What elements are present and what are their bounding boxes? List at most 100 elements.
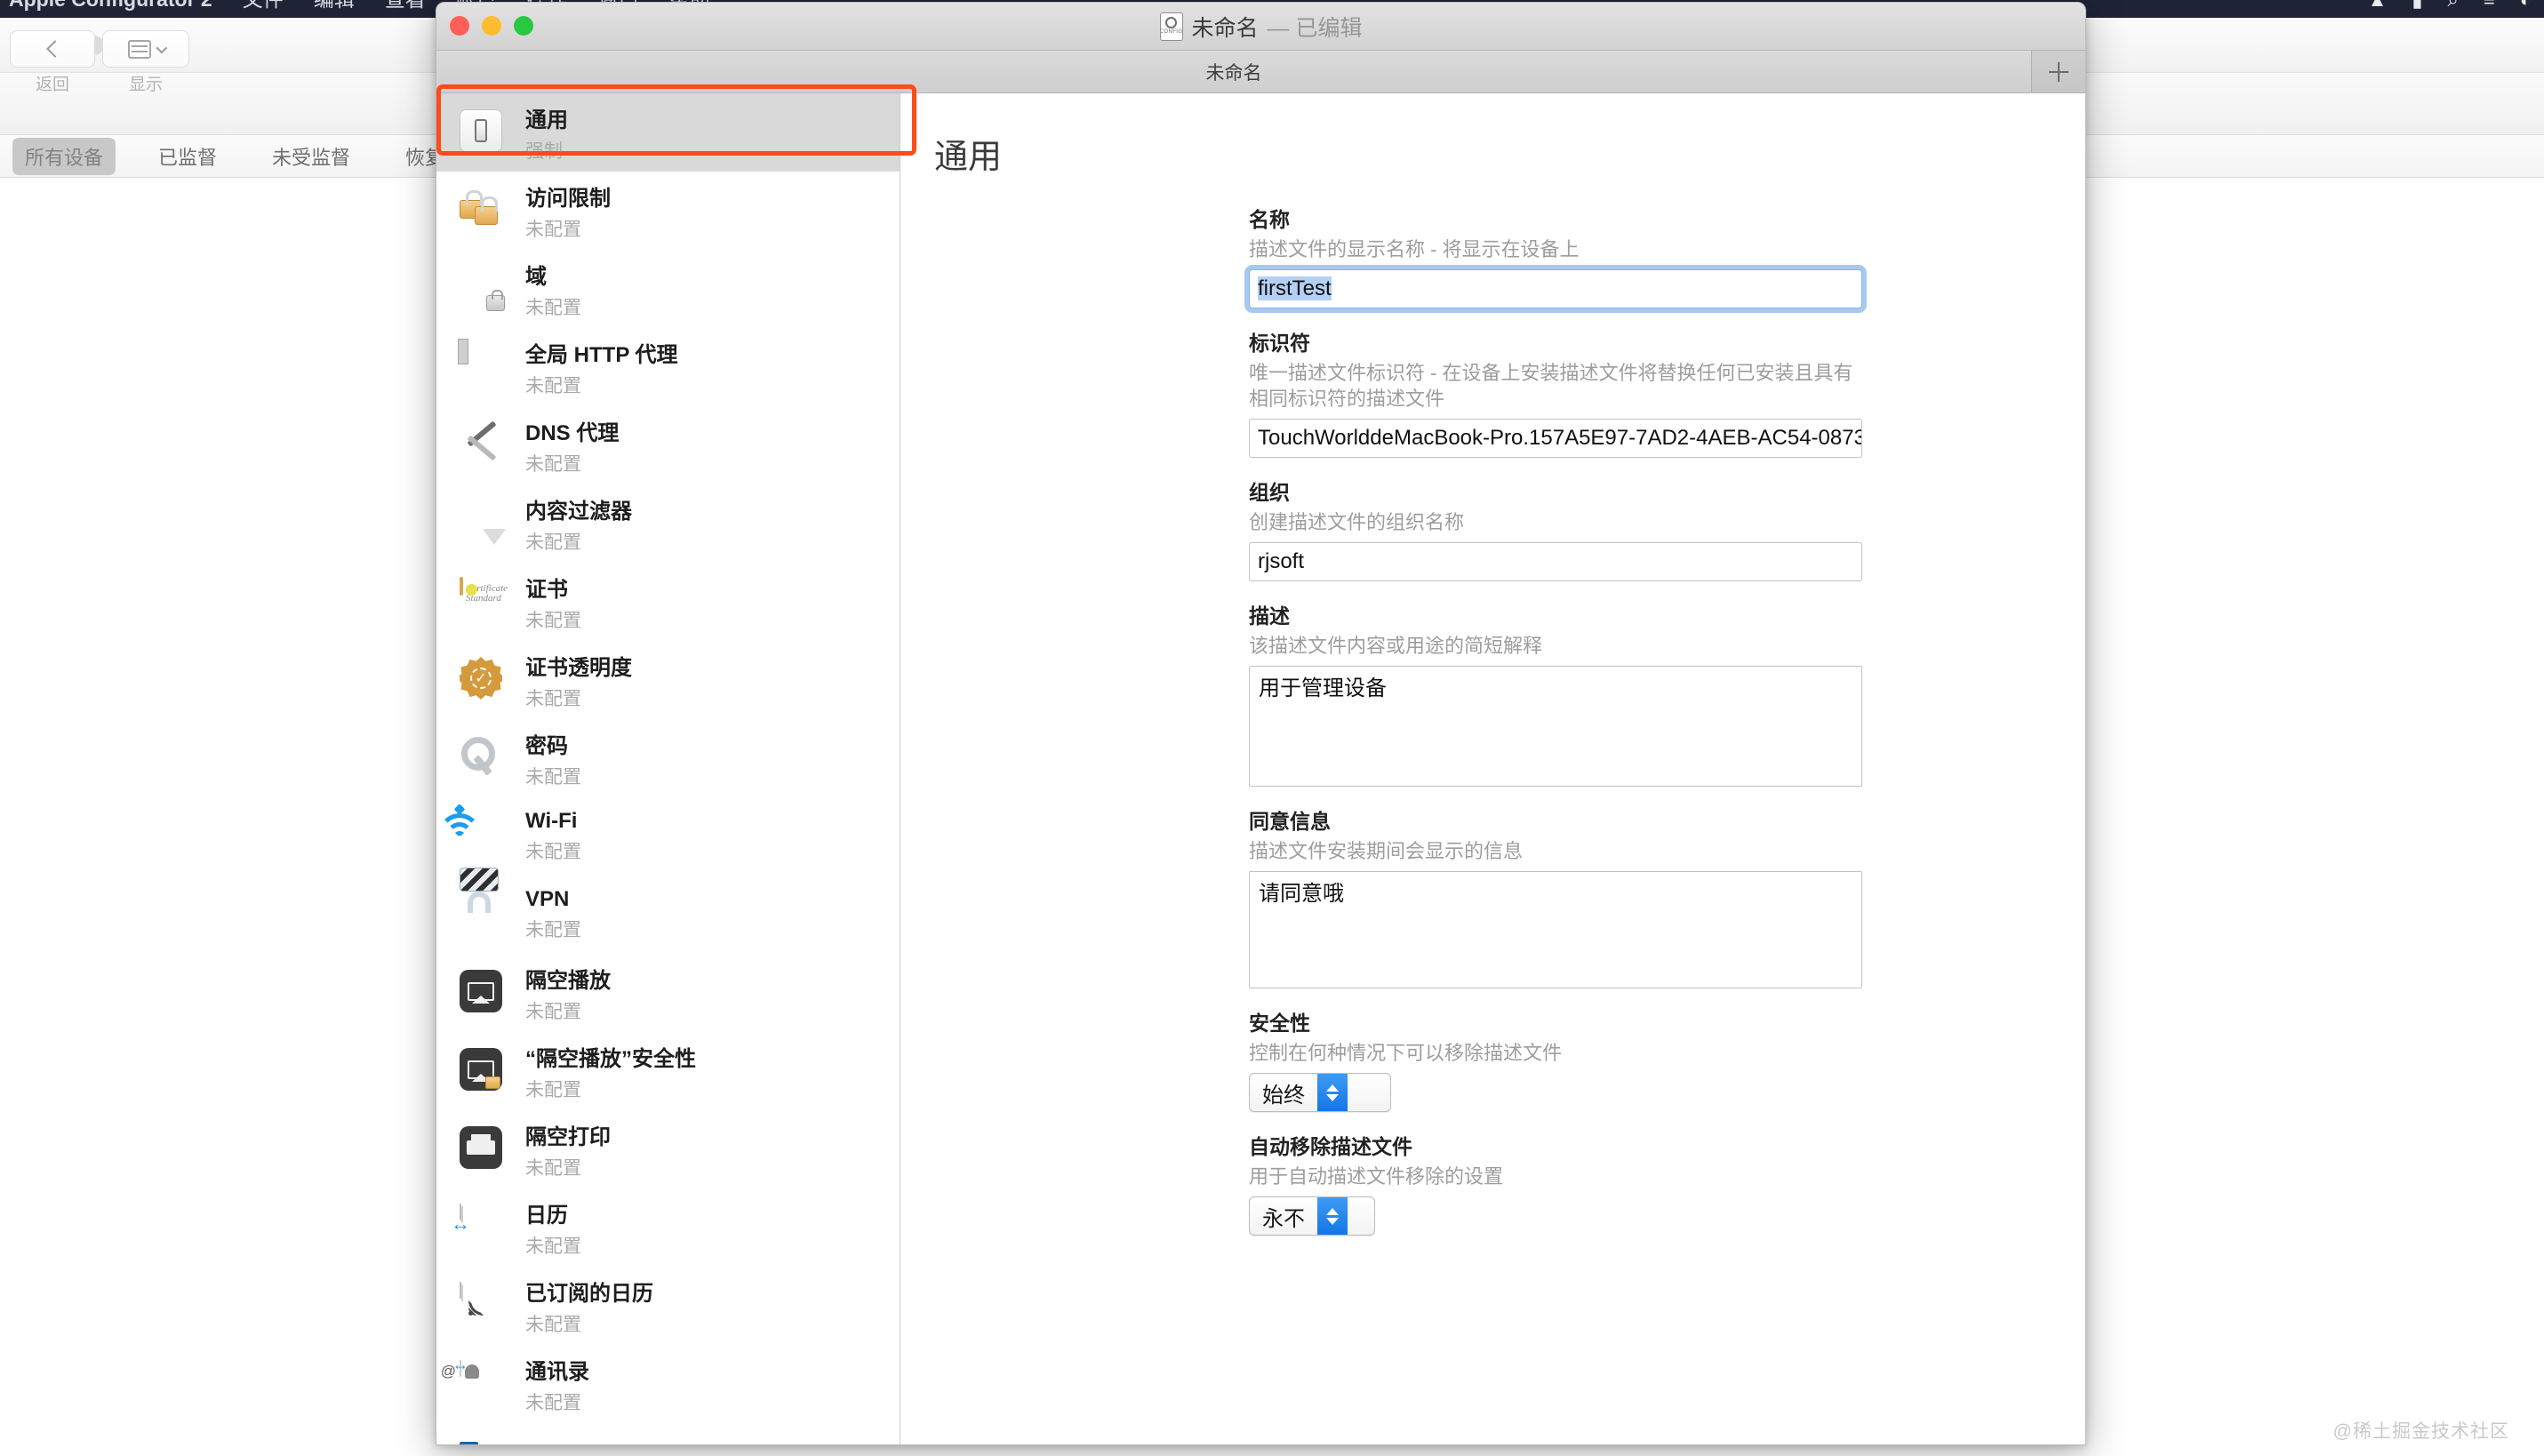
sidebar-item-4[interactable]: DNS 代理未配置 xyxy=(436,406,900,484)
sidebar-item-texts: 隔空打印未配置 xyxy=(525,1119,611,1180)
dialog-traffic-lights[interactable] xyxy=(450,16,533,36)
sidebar-item-texts: Wi-Fi未配置 xyxy=(525,809,581,864)
chevron-left-icon xyxy=(46,40,64,58)
sidebar-item-12[interactable]: “隔空播放”安全性未配置 xyxy=(436,1032,900,1110)
chevron-down-icon xyxy=(156,42,167,53)
globe-tools-icon xyxy=(460,422,506,468)
sidebar-item-texts: 域未配置 xyxy=(525,259,581,320)
grid-view-icon xyxy=(128,40,151,59)
sidebar-item-status: 未配置 xyxy=(525,763,581,789)
organization-help-text: 创建描述文件的组织名称 xyxy=(1249,509,1862,535)
certificate-icon: CertificateStandard xyxy=(460,579,506,625)
control-center-icon[interactable]: ≡ xyxy=(2484,0,2495,9)
maximize-icon[interactable] xyxy=(514,16,533,36)
sidebar-item-status: 未配置 xyxy=(525,528,632,555)
sidebar-item-6[interactable]: CertificateStandard证书未配置 xyxy=(436,563,900,641)
sidebar-item-title: 通讯录 xyxy=(525,1354,589,1385)
sidebar-item-status: 未配置 xyxy=(525,1154,611,1180)
sidebar-item-1[interactable]: 访问限制未配置 xyxy=(436,172,900,250)
sidebar-item-5[interactable]: 内容过滤器未配置 xyxy=(436,484,900,563)
identifier-input[interactable]: TouchWorlddeMacBook-Pro.157A5E97-7AD2-4A… xyxy=(1249,419,1862,458)
name-input[interactable]: firstTest xyxy=(1249,269,1862,308)
calendar-rss-icon xyxy=(460,1283,506,1329)
sidebar-item-11[interactable]: 隔空播放未配置 xyxy=(436,954,900,1032)
security-select[interactable]: 始终 xyxy=(1249,1073,1391,1112)
stepper-arrows-icon xyxy=(1317,1074,1348,1111)
sidebar-item-title: 隔空播放 xyxy=(525,963,611,994)
auto-remove-select-value: 永不 xyxy=(1250,1201,1317,1232)
device-filter-tab-0[interactable]: 所有设备 xyxy=(12,138,116,175)
sidebar-item-status: 未配置 xyxy=(525,837,581,864)
search-icon[interactable]: ⌕ xyxy=(2448,0,2459,9)
sidebar-item-17[interactable]: ↗Exchange ActiveSync xyxy=(436,1423,900,1445)
clock-text[interactable]: ◐ xyxy=(2520,0,2532,9)
sidebar-item-texts: 已订阅的日历未配置 xyxy=(525,1276,653,1337)
sidebar-item-3[interactable]: 全局 HTTP 代理未配置 xyxy=(436,328,900,406)
sidebar-item-status: 未配置 xyxy=(525,916,581,942)
consent-help-text: 描述文件安装期间会显示的信息 xyxy=(1249,838,1862,864)
sidebar-item-8[interactable]: 密码未配置 xyxy=(436,719,900,797)
tab-untitled[interactable]: 未命名 xyxy=(436,51,2032,92)
menubar-item-2[interactable]: 编辑 xyxy=(314,0,355,8)
sidebar-item-title: VPN xyxy=(525,887,581,912)
wifi-icon xyxy=(460,813,506,860)
sidebar-item-texts: 日历未配置 xyxy=(525,1197,581,1259)
organization-label: 组织 xyxy=(1249,476,1862,506)
sidebar-item-title: 密码 xyxy=(525,728,581,759)
device-filter-tab-1[interactable]: 已监督 xyxy=(146,138,229,175)
config-document-icon: CONFIG xyxy=(1160,12,1183,41)
battery-icon[interactable]: ▮ xyxy=(2412,0,2422,9)
sidebar-item-16[interactable]: @↔通讯录未配置 xyxy=(436,1345,900,1423)
sidebar-item-status: 未配置 xyxy=(525,372,678,398)
field-group-organization: 组织 创建描述文件的组织名称 rjsoft xyxy=(1249,476,1862,581)
contacts-icon: @↔ xyxy=(460,1361,506,1407)
add-tab-button[interactable] xyxy=(2032,51,2085,92)
sidebar-item-13[interactable]: 隔空打印未配置 xyxy=(436,1110,900,1188)
sidebar-item-title: 已订阅的日历 xyxy=(525,1276,653,1307)
dialog-tab-bar[interactable]: 未命名 xyxy=(436,51,2085,93)
sidebar-item-2[interactable]: 域未配置 xyxy=(436,250,900,328)
device-filter-tab-2[interactable]: 未受监督 xyxy=(260,138,363,175)
sidebar-item-10[interactable]: VPN 未配置 xyxy=(436,876,900,954)
auto-remove-select[interactable]: 永不 xyxy=(1249,1196,1375,1236)
field-group-description: 描述 该描述文件内容或用途的简短解释 用于管理设备 xyxy=(1249,599,1862,787)
globe-lock-icon xyxy=(460,266,506,312)
sidebar-item-15[interactable]: 已订阅的日历未配置 xyxy=(436,1267,900,1345)
dialog-content: 通用强制访问限制未配置域未配置全局 HTTP 代理未配置DNS 代理未配置内容过… xyxy=(436,93,2085,1445)
sidebar-item-9[interactable]: Wi-Fi未配置 xyxy=(436,797,900,876)
key-icon xyxy=(460,735,506,781)
sidebar-item-7[interactable]: ✓证书透明度未配置 xyxy=(436,641,900,719)
organization-input[interactable]: rjsoft xyxy=(1249,542,1862,581)
description-textarea[interactable]: 用于管理设备 xyxy=(1249,666,1862,787)
sidebar-item-title: 通用 xyxy=(525,102,568,133)
dialog-titlebar: CONFIG 未命名 — 已编辑 xyxy=(436,3,2085,51)
sidebar-item-texts: 证书透明度未配置 xyxy=(525,650,632,711)
menubar-status-icons[interactable]: ▲ ▮ ⌕ ≡ ◐ xyxy=(2368,0,2532,18)
menubar-item-3[interactable]: 查看 xyxy=(385,0,426,8)
field-group-consent: 同意信息 描述文件安装期间会显示的信息 请同意哦 xyxy=(1249,804,1862,988)
name-label: 名称 xyxy=(1249,203,1862,233)
vpn-lock-icon xyxy=(460,892,506,938)
plus-icon xyxy=(2049,62,2068,82)
payload-sidebar[interactable]: 通用强制访问限制未配置域未配置全局 HTTP 代理未配置DNS 代理未配置内容过… xyxy=(436,93,900,1445)
close-icon[interactable] xyxy=(450,16,469,36)
consent-textarea[interactable]: 请同意哦 xyxy=(1249,871,1862,988)
sidebar-item-title: 证书透明度 xyxy=(525,650,632,681)
menubar-item-0[interactable]: Apple Configurator 2 xyxy=(9,0,212,8)
menubar-item-1[interactable]: 文件 xyxy=(243,0,284,8)
watermark: @稀土掘金技术社区 xyxy=(2333,1417,2509,1444)
back-button[interactable] xyxy=(10,30,95,68)
consent-label: 同意信息 xyxy=(1249,804,1862,835)
wifi-icon[interactable]: ▲ xyxy=(2368,0,2388,9)
dialog-title-text: 未命名 xyxy=(1192,11,1259,43)
sidebar-item-texts: VPN 未配置 xyxy=(525,887,581,942)
field-group-identifier: 标识符 唯一描述文件标识符 - 在设备上安装描述文件将替换任何已安装且具有相同标… xyxy=(1249,326,1862,458)
minimize-icon[interactable] xyxy=(482,16,501,36)
general-icon xyxy=(460,109,506,156)
identifier-label: 标识符 xyxy=(1249,326,1862,356)
sidebar-item-title: “隔空播放”安全性 xyxy=(525,1041,696,1072)
gear-icon xyxy=(1165,17,1177,28)
view-options-button[interactable] xyxy=(102,30,189,68)
sidebar-item-0[interactable]: 通用强制 xyxy=(436,93,900,172)
sidebar-item-14[interactable]: ↔日历未配置 xyxy=(436,1188,900,1267)
